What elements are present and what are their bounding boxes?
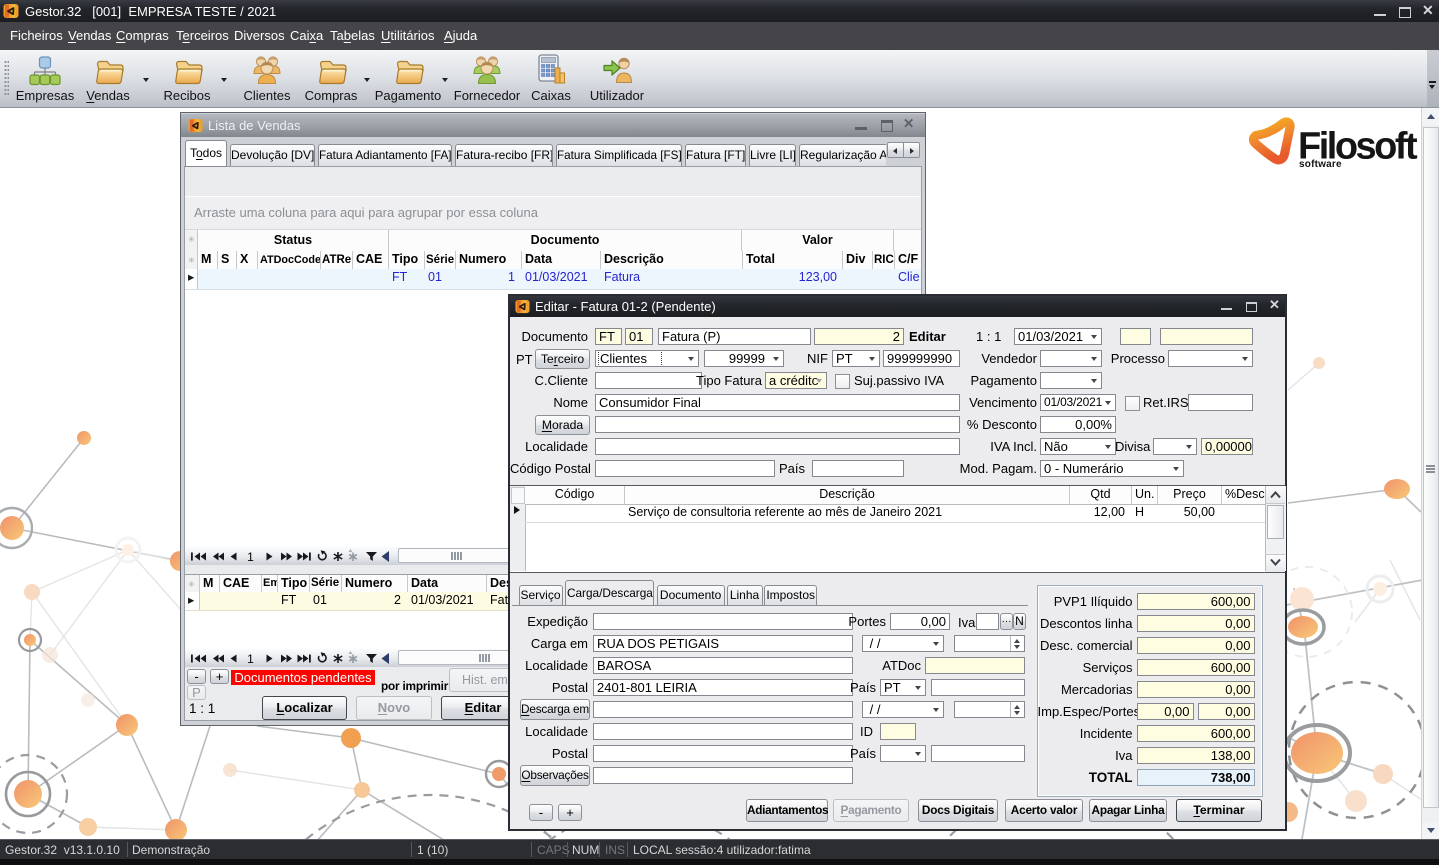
svg-text:software: software bbox=[1299, 159, 1342, 170]
